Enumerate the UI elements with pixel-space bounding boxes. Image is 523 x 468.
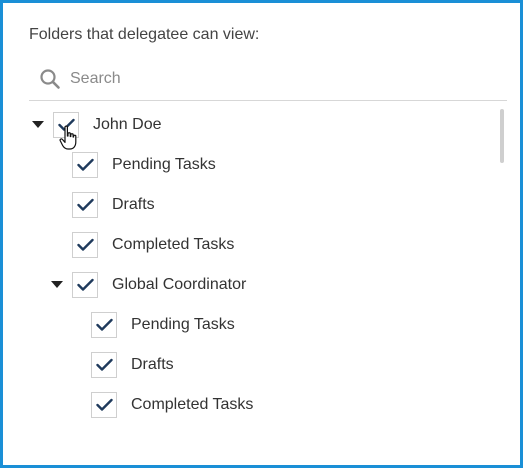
tree-node-child-completed[interactable]: Completed Tasks (29, 225, 499, 265)
checkmark-icon (96, 318, 113, 331)
tree-node-root[interactable]: John Doe (29, 105, 499, 145)
checkbox-child-completed[interactable] (72, 232, 98, 258)
checkmark-icon (77, 198, 94, 211)
tree-node-child-pending[interactable]: Pending Tasks (29, 145, 499, 185)
tree-label-gc-pending: Pending Tasks (131, 316, 235, 333)
tree-node-gc-drafts[interactable]: Drafts (29, 345, 499, 385)
tree-node-gc-completed[interactable]: Completed Tasks (29, 385, 499, 425)
checkmark-icon (77, 158, 94, 171)
checkbox-gc-completed[interactable] (91, 392, 117, 418)
search-box[interactable] (29, 61, 507, 101)
checkmark-icon (96, 398, 113, 411)
tree-node-child-drafts[interactable]: Drafts (29, 185, 499, 225)
checkbox-child-drafts[interactable] (72, 192, 98, 218)
checkmark-icon (77, 238, 94, 251)
tree-label-gc-drafts: Drafts (131, 356, 174, 373)
checkbox-global-coordinator[interactable] (72, 272, 98, 298)
tree-label-child-pending: Pending Tasks (112, 156, 216, 173)
tree-label-gc-completed: Completed Tasks (131, 396, 254, 413)
caret-down-icon[interactable] (51, 281, 63, 288)
checkbox-child-pending[interactable] (72, 152, 98, 178)
checkmark-icon (58, 118, 75, 131)
search-input[interactable] (70, 67, 490, 91)
panel-title: Folders that delegatee can view: (29, 26, 260, 43)
checkmark-icon (77, 278, 94, 291)
checkmark-icon (96, 358, 113, 371)
tree-label-root: John Doe (93, 116, 162, 133)
checkbox-gc-drafts[interactable] (91, 352, 117, 378)
tree-scrollbar[interactable] (500, 109, 504, 163)
search-icon (39, 68, 61, 90)
checkbox-root[interactable] (53, 112, 79, 138)
folder-tree: John Doe Pending Tasks Drafts Completed … (29, 105, 499, 435)
tree-label-child-completed: Completed Tasks (112, 236, 235, 253)
folder-permissions-panel: Folders that delegatee can view: John Do… (0, 0, 523, 468)
tree-node-global-coordinator[interactable]: Global Coordinator (29, 265, 499, 305)
tree-node-gc-pending[interactable]: Pending Tasks (29, 305, 499, 345)
tree-label-global-coordinator: Global Coordinator (112, 276, 247, 293)
checkbox-gc-pending[interactable] (91, 312, 117, 338)
caret-down-icon[interactable] (32, 121, 44, 128)
tree-label-child-drafts: Drafts (112, 196, 155, 213)
